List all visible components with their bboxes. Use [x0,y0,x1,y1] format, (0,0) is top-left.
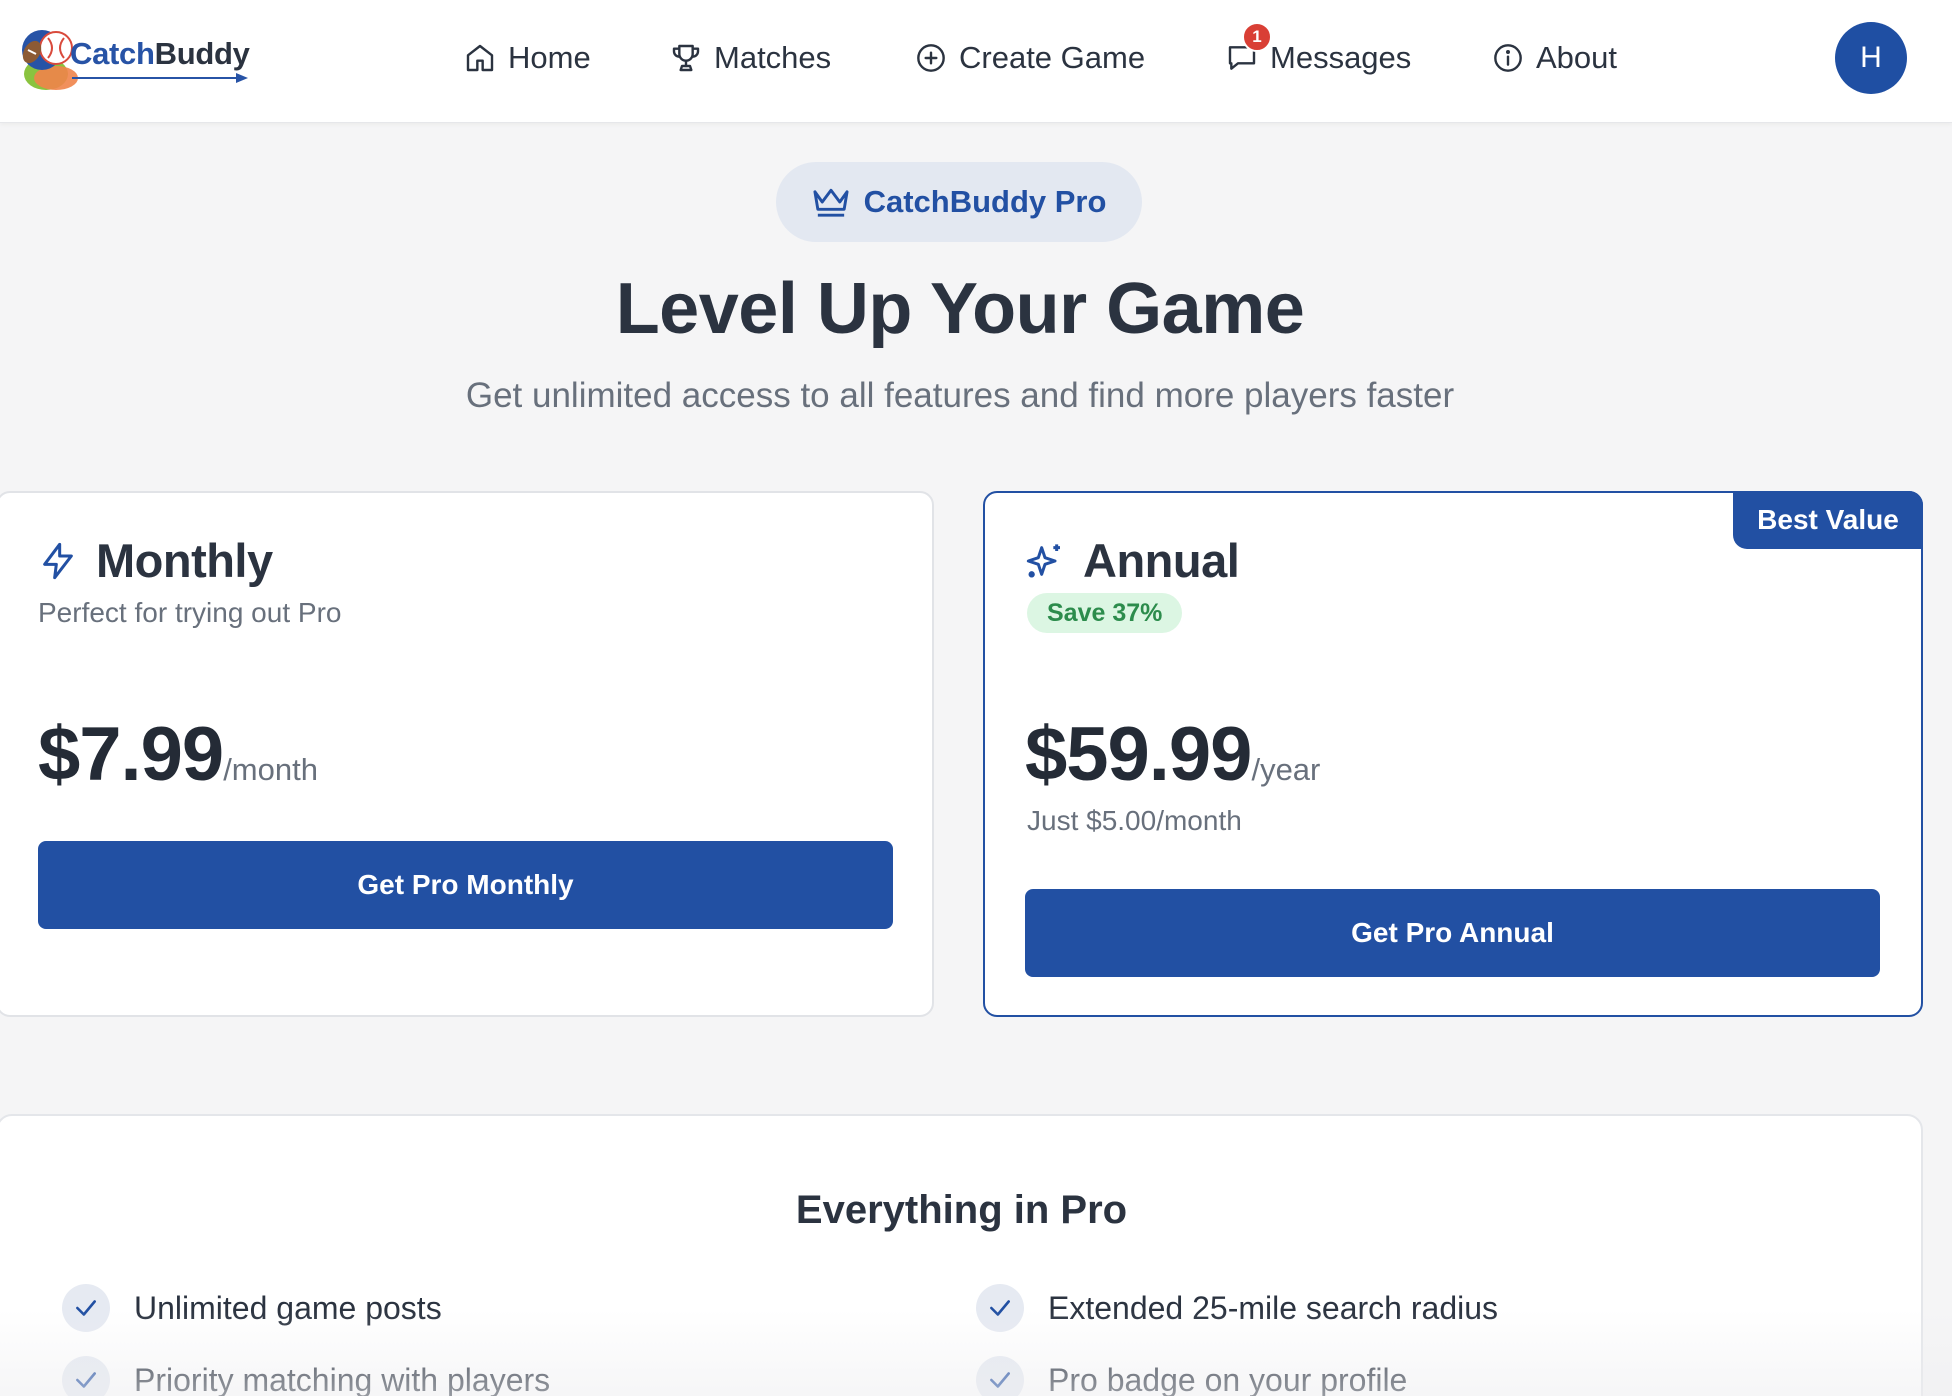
features-title: Everything in Pro [795,1188,1128,1232]
lightning-bolt-icon [43,542,73,579]
messages-icon-wrapper: 1 [1226,22,1272,74]
annual-plan-card: Best Value Annual Save 37% $59.99 /year … [983,491,1923,1017]
monthly-plan-description: Perfect for trying out Pro [38,597,342,628]
pro-label-pill: CatchBuddy Pro [776,162,1142,242]
nav-matches-label: Matches [714,40,832,75]
monthly-price-period: /month [223,752,318,787]
check-icon-circle [62,1284,110,1332]
feature-item: Extended 25-mile search radius [976,1284,1498,1332]
pro-features-section: Everything in Pro Unlimited game posts E… [0,1114,1923,1396]
pro-label-text: CatchBuddy Pro [863,184,1107,219]
crown-icon [813,188,849,217]
nav-messages[interactable]: 1 Messages [1226,22,1412,86]
sparkles-icon [1026,543,1060,577]
brand-name-part2: Buddy [154,36,250,71]
check-icon [990,1372,1010,1388]
page-title: Level Up Your Game [615,269,1305,349]
nav-home[interactable]: Home [464,30,591,86]
feature-label: Extended 25-mile search radius [1048,1289,1499,1326]
nav-home-label: Home [508,40,591,75]
monthly-price: $7.99 [38,712,224,797]
get-pro-monthly-button[interactable]: Get Pro Monthly [38,841,893,929]
best-value-ribbon: Best Value [1733,491,1923,549]
top-navigation-bar: CatchBuddy Home Matches Create Game 1 Me… [0,0,1952,123]
annual-plan-header: Annual [1025,533,1240,588]
feature-item: Priority matching with players [62,1356,550,1396]
monthly-price-row: $7.99 /month [38,711,318,798]
plus-circle-icon [917,44,945,72]
annual-plan-name: Annual [1083,534,1240,587]
info-circle-icon [1494,44,1522,72]
nav-create-game-label: Create Game [959,40,1146,75]
check-icon-circle [976,1284,1024,1332]
get-pro-annual-button[interactable]: Get Pro Annual [1025,889,1880,977]
feature-item: Unlimited game posts [62,1284,442,1332]
check-icon [990,1300,1010,1316]
page-subtitle: Get unlimited access to all features and… [465,376,1455,415]
user-avatar[interactable]: H [1835,22,1907,94]
feature-item: Pro badge on your profile [976,1356,1407,1396]
nav-messages-label: Messages [1270,40,1412,75]
monthly-plan-header: Monthly [38,533,273,588]
annual-price-period: /year [1251,752,1321,787]
check-icon-circle [62,1356,110,1396]
feature-label: Priority matching with players [134,1361,551,1396]
home-icon [466,44,494,72]
check-icon [76,1300,96,1316]
nav-matches[interactable]: Matches [670,30,831,86]
catchbuddy-logo[interactable]: CatchBuddy [16,20,266,98]
check-icon-circle [976,1356,1024,1396]
monthly-plan-name: Monthly [96,534,273,587]
brand-name: CatchBuddy [70,36,250,72]
feature-label: Pro badge on your profile [1048,1361,1408,1396]
check-icon [76,1372,96,1388]
annual-per-month-note: Just $5.00/month [1027,805,1242,836]
annual-price-row: $59.99 /year [1025,711,1320,798]
unread-messages-badge: 1 [1242,22,1272,52]
feature-label: Unlimited game posts [134,1289,442,1326]
nav-about[interactable]: About [1492,30,1617,86]
monthly-plan-card: Monthly Perfect for trying out Pro $7.99… [0,491,934,1017]
brand-name-part1: Catch [70,36,155,71]
nav-about-label: About [1536,40,1618,75]
logo-arrow-underline [72,73,248,83]
annual-savings-badge: Save 37% [1027,593,1183,633]
trophy-icon [672,44,700,72]
annual-price: $59.99 [1025,712,1252,797]
nav-create-game[interactable]: Create Game [915,30,1145,86]
